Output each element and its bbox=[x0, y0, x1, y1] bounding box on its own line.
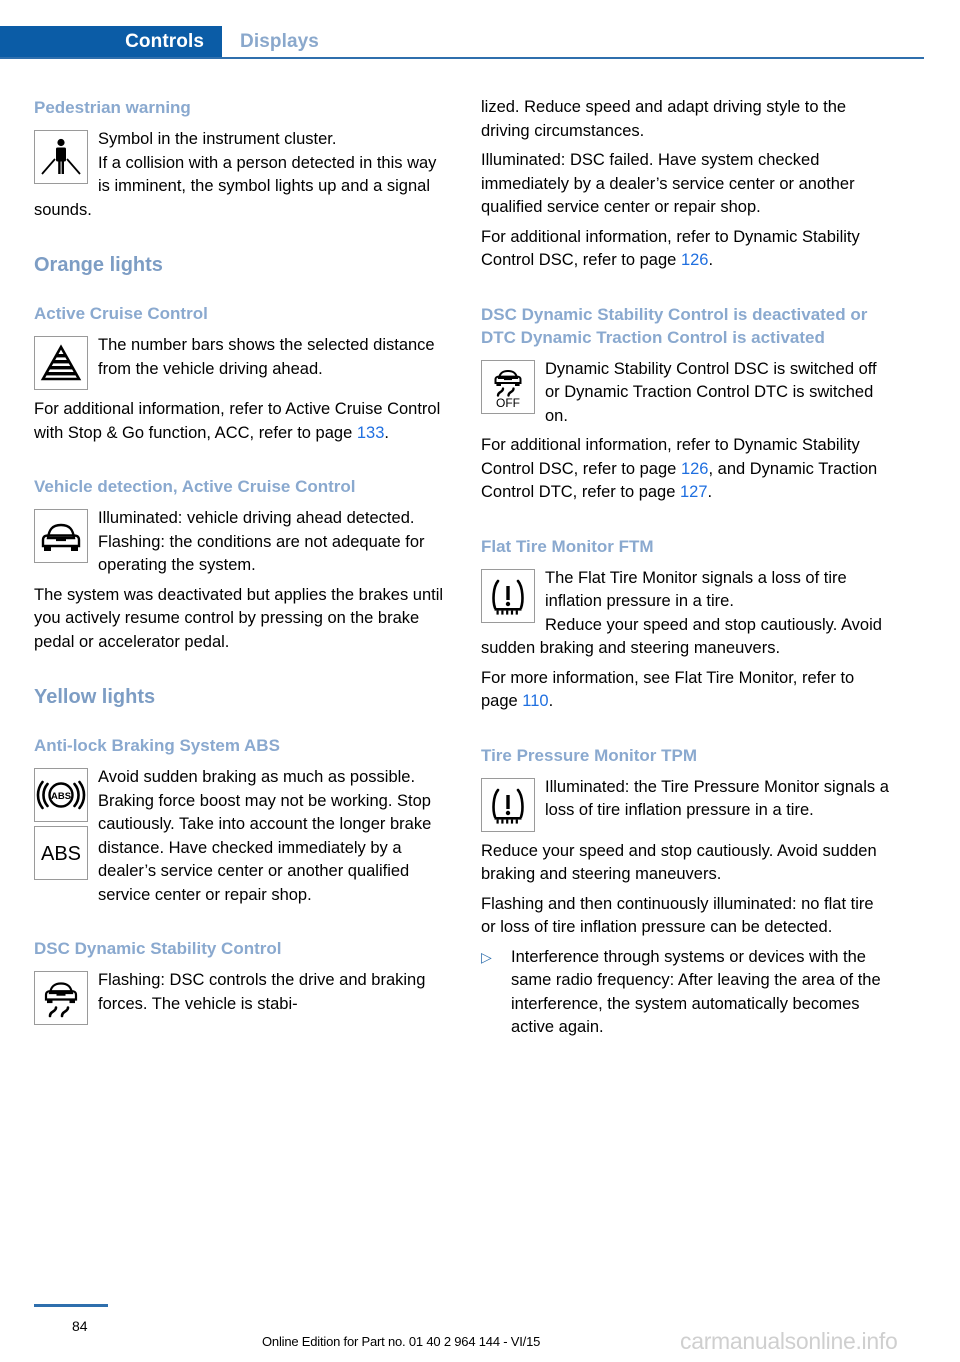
acc-text-1: The number bars shows the selected dista… bbox=[98, 336, 435, 378]
edition-notice: Online Edition for Part no. 01 40 2 964 … bbox=[262, 1334, 541, 1349]
acc-text-2: For additional information, refer to Act… bbox=[34, 398, 444, 445]
header-divider bbox=[0, 57, 924, 59]
abs-label: ABS bbox=[41, 843, 81, 865]
heading-yellow-lights: Yellow lights bbox=[34, 686, 156, 708]
page-ref-126-b[interactable]: 126 bbox=[681, 460, 709, 478]
right-column: lized. Reduce speed and adapt driving st… bbox=[481, 96, 891, 1040]
vehicle-front-icon bbox=[34, 509, 88, 563]
abs-text-1: Avoid sudden braking as much as possible… bbox=[98, 768, 432, 904]
abs-icons-group: ABS ABS bbox=[34, 768, 88, 880]
dsc-text-1: Flashing: DSC controls the drive and bra… bbox=[98, 971, 426, 1013]
dsc-block: Flashing: DSC controls the drive and bra… bbox=[34, 969, 444, 1027]
tire-pressure-warning-icon bbox=[481, 777, 535, 832]
tpm-text-3: Flashing and then continuously illuminat… bbox=[481, 894, 874, 937]
ftm-block: The Flat Tire Monitor signals a loss of … bbox=[481, 567, 891, 661]
heading-tire-pressure-monitor: Tire Pressure Monitor TPM bbox=[481, 745, 698, 765]
list-item: ▷ Interference through systems or device… bbox=[481, 946, 891, 1040]
heading-dsc-deactivated: DSC Dynamic Stability Control is deactiv… bbox=[481, 304, 868, 347]
page-ref-127[interactable]: 127 bbox=[680, 483, 708, 501]
dsc-cont-text-3-b: . bbox=[708, 251, 714, 269]
acc-distance-bars-icon bbox=[34, 336, 88, 390]
tpm-bullet-text: Interference through systems or devices … bbox=[511, 947, 881, 1037]
tire-pressure-warning-icon bbox=[481, 568, 535, 623]
ftm-text-3: For more information, see Flat Tire Moni… bbox=[481, 667, 891, 714]
page-ref-126-a[interactable]: 126 bbox=[681, 251, 709, 269]
dsc-off-text-2: For additional information, refer to Dyn… bbox=[481, 434, 891, 505]
heading-dsc: DSC Dynamic Stability Control bbox=[34, 939, 282, 958]
vehicle-detection-block: Illuminated: vehicle driving ahead detec… bbox=[34, 507, 444, 578]
vehicle-detection-text-3: The system was deactivated but applies t… bbox=[34, 585, 444, 651]
heading-orange-lights: Orange lights bbox=[34, 254, 163, 276]
heading-abs: Anti-lock Braking System ABS bbox=[34, 736, 280, 755]
ftm-text-1: The Flat Tire Monitor signals a loss of … bbox=[545, 568, 847, 611]
tab-displays[interactable]: Displays bbox=[240, 26, 319, 58]
heading-flat-tire-monitor: Flat Tire Monitor FTM bbox=[481, 536, 654, 556]
heading-pedestrian-warning: Pedestrian warning bbox=[34, 98, 191, 117]
dsc-cont-text-3: For additional information, refer to Dyn… bbox=[481, 226, 891, 273]
tpm-text-1: Illuminated: the Tire Pressure Monitor s… bbox=[545, 777, 889, 820]
vehicle-detection-text-2: Flashing: the conditions are not adequat… bbox=[98, 532, 425, 575]
dsc-off-block: OFF Dynamic Stability Control DSC is swi… bbox=[481, 358, 891, 429]
site-watermark: carmanualsonline.info bbox=[680, 1328, 898, 1354]
tab-controls[interactable]: Controls bbox=[0, 26, 222, 58]
svg-text:ABS: ABS bbox=[51, 791, 71, 802]
tpm-block: Illuminated: the Tire Pressure Monitor s… bbox=[481, 776, 891, 834]
page-header: Controls Displays bbox=[0, 26, 960, 58]
page-ref-110[interactable]: 110 bbox=[522, 692, 548, 710]
pedestrian-text-1: Symbol in the instrument cluster. bbox=[98, 130, 337, 148]
pedestrian-warning-block: Symbol in the instrument cluster. If a c… bbox=[34, 128, 444, 222]
dsc-cont-text-1: lized. Reduce speed and adapt driving st… bbox=[481, 98, 847, 140]
tpm-text-2: Reduce your speed and stop cautiously. A… bbox=[481, 841, 877, 884]
dsc-cont-text-2: Illuminated: DSC failed. Have system che… bbox=[481, 151, 855, 216]
page-number: 84 bbox=[72, 1318, 88, 1334]
heading-vehicle-detection: Vehicle detection, Active Cruise Control bbox=[34, 477, 356, 496]
abs-text-icon: ABS bbox=[34, 826, 88, 880]
page-ref-133[interactable]: 133 bbox=[357, 424, 385, 442]
dsc-car-skid-icon bbox=[34, 971, 88, 1025]
dsc-cont-text-3-a: For additional information, refer to Dyn… bbox=[481, 227, 860, 270]
left-column: Pedestrian warning Symbol in the instrum… bbox=[34, 96, 444, 1027]
acc-text-2-b: . bbox=[384, 423, 389, 442]
pedestrian-text-2: If a collision with a person detected in… bbox=[34, 153, 437, 219]
dsc-off-text-2-c: . bbox=[707, 483, 713, 501]
abs-circle-icon: ABS bbox=[34, 768, 88, 822]
vehicle-detection-text-1: Illuminated: vehicle driving ahead detec… bbox=[98, 509, 415, 527]
footer-divider bbox=[34, 1304, 108, 1307]
ftm-text-2: Reduce your speed and stop cautiously. A… bbox=[481, 615, 882, 658]
dsc-off-text-1: Dynamic Stability Control DSC is switche… bbox=[545, 359, 877, 425]
pedestrian-warning-icon bbox=[34, 130, 88, 184]
ftm-text-3-b: . bbox=[548, 692, 554, 710]
acc-block: The number bars shows the selected dista… bbox=[34, 334, 444, 392]
abs-block: ABS ABS Avoid sudden braking as much as … bbox=[34, 766, 444, 907]
dsc-off-icon: OFF bbox=[481, 359, 535, 414]
bullet-triangle-icon: ▷ bbox=[481, 948, 492, 965]
dsc-off-label: OFF bbox=[496, 396, 520, 410]
heading-active-cruise-control: Active Cruise Control bbox=[34, 304, 208, 323]
